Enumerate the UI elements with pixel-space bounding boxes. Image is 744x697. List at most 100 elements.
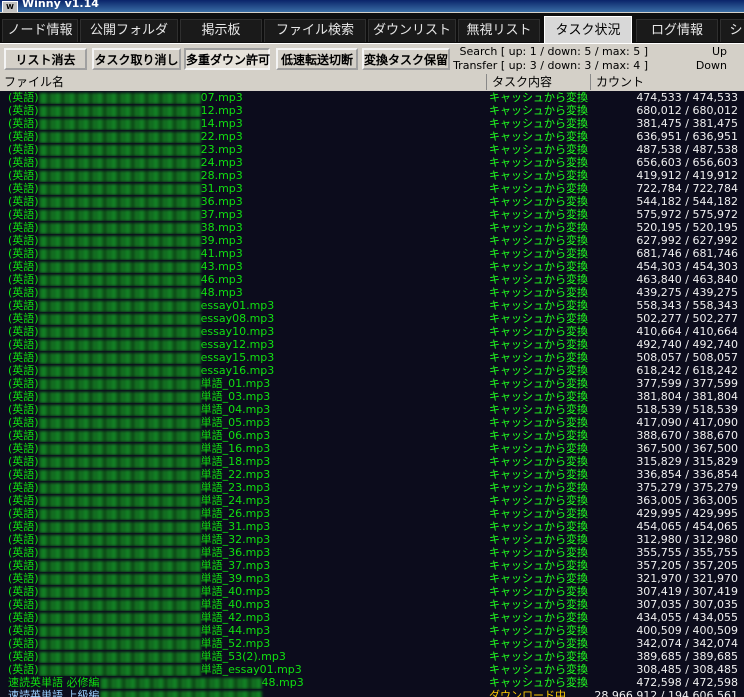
table-row[interactable]: (英語) 単語_44.mp3 キャッシュから変換 400,509 / 400,509: [0, 624, 744, 637]
table-row[interactable]: (英語) 単語_32.mp3 キャッシュから変換 312,980 / 312,980: [0, 533, 744, 546]
filename-prefix: (英語): [8, 182, 39, 195]
filename-cell: (英語) 単語_01.mp3: [8, 377, 488, 390]
cut-slow-transfer-button[interactable]: 低速転送切断: [276, 48, 358, 70]
redacted-filename-mosaic: [38, 209, 201, 221]
task-status-cell: キャッシュから変換: [489, 169, 588, 182]
table-row[interactable]: (英語) 07.mp3 キャッシュから変換 474,533 / 474,533: [0, 91, 744, 104]
table-row[interactable]: (英語) essay16.mp3 キャッシュから変換 618,242 / 618,24…: [0, 364, 744, 377]
table-row[interactable]: (英語) 単語_52.mp3 キャッシュから変換 342,074 / 342,074: [0, 637, 744, 650]
filename-text: 22.mp3: [200, 130, 243, 143]
table-row[interactable]: (英語) 単語_22.mp3 キャッシュから変換 336,854 / 336,854: [0, 468, 744, 481]
table-row[interactable]: (英語) 41.mp3 キャッシュから変換 681,746 / 681,746: [0, 247, 744, 260]
table-row[interactable]: (英語) 単語_03.mp3 キャッシュから変換 381,804 / 381,804: [0, 390, 744, 403]
filename-prefix: (英語): [8, 663, 39, 676]
filename-cell: (英語) 単語_24.mp3: [8, 494, 488, 507]
table-row[interactable]: (英語) 単語_essay01.mp3 キャッシュから変換 308,485 / 308…: [0, 663, 744, 676]
table-row[interactable]: (英語) 43.mp3 キャッシュから変換 454,303 / 454,303: [0, 260, 744, 273]
redacted-filename-mosaic: [38, 651, 201, 663]
table-row[interactable]: (英語) 38.mp3 キャッシュから変換 520,195 / 520,195: [0, 221, 744, 234]
table-row[interactable]: (英語) 12.mp3 キャッシュから変換 680,012 / 680,012: [0, 104, 744, 117]
tab-node-info[interactable]: ノード情報: [2, 19, 78, 42]
table-row[interactable]: (英語) 単語_26.mp3 キャッシュから変換 429,995 / 429,995: [0, 507, 744, 520]
filename-prefix: (英語): [8, 130, 39, 143]
search-status-state: Up: [711, 45, 727, 58]
table-row[interactable]: (英語) 単語_18.mp3 キャッシュから変換 315,829 / 315,829: [0, 455, 744, 468]
column-filename[interactable]: ファイル名: [0, 74, 487, 90]
redacted-filename-mosaic: [38, 92, 201, 104]
table-row[interactable]: (英語) 24.mp3 キャッシュから変換 656,603 / 656,603: [0, 156, 744, 169]
table-row[interactable]: (英語) 48.mp3 キャッシュから変換 439,275 / 439,275: [0, 286, 744, 299]
tab-ignore-list[interactable]: 無視リスト: [458, 19, 540, 42]
tab-bbs[interactable]: 掲示板: [180, 19, 262, 42]
table-row[interactable]: (英語) 22.mp3 キャッシュから変換 636,951 / 636,951: [0, 130, 744, 143]
table-row[interactable]: (英語) 単語_36.mp3 キャッシュから変換 355,755 / 355,755: [0, 546, 744, 559]
table-row[interactable]: (英語) 14.mp3 キャッシュから変換 381,475 / 381,475: [0, 117, 744, 130]
table-row[interactable]: (英語) 単語_16.mp3 キャッシュから変換 367,500 / 367,500: [0, 442, 744, 455]
tab-overflow[interactable]: シ: [720, 19, 744, 42]
keep-convert-task-button[interactable]: 変換タスク保留: [362, 48, 450, 70]
cancel-task-button[interactable]: タスク取り消し: [92, 48, 181, 70]
count-cell: 342,074 / 342,074: [636, 637, 738, 650]
table-row[interactable]: (英語) 28.mp3 キャッシュから変換 419,912 / 419,912: [0, 169, 744, 182]
filename-text: essay12.mp3: [200, 338, 275, 351]
filename-text: 28.mp3: [200, 169, 243, 182]
allow-multi-download-button[interactable]: 多重ダウン許可: [184, 48, 270, 70]
redacted-filename-mosaic: [38, 430, 201, 442]
table-row[interactable]: (英語) 単語_31.mp3 キャッシュから変換 454,065 / 454,065: [0, 520, 744, 533]
tab-file-search[interactable]: ファイル検索: [264, 19, 366, 42]
table-row[interactable]: (英語) 単語_39.mp3 キャッシュから変換 321,970 / 321,970: [0, 572, 744, 585]
filename-text: 単語_37.mp3: [200, 559, 271, 572]
redacted-filename-mosaic: [38, 105, 201, 117]
filename-text: 単語_31.mp3: [200, 520, 271, 533]
table-row[interactable]: (英語) 単語_53(2).mp3 キャッシュから変換 389,685 / 389,6…: [0, 650, 744, 663]
redacted-filename-mosaic: [38, 196, 201, 208]
table-row[interactable]: (英語) 単語_04.mp3 キャッシュから変換 518,539 / 518,539: [0, 403, 744, 416]
table-row[interactable]: (英語) 46.mp3 キャッシュから変換 463,840 / 463,840: [0, 273, 744, 286]
table-row[interactable]: (英語) 単語_05.mp3 キャッシュから変換 417,090 / 417,090: [0, 416, 744, 429]
filename-prefix: (英語): [8, 234, 39, 247]
table-row[interactable]: (英語) 39.mp3 キャッシュから変換 627,992 / 627,992: [0, 234, 744, 247]
redacted-filename-mosaic: [38, 456, 201, 468]
table-row[interactable]: (英語) essay12.mp3 キャッシュから変換 492,740 / 492,74…: [0, 338, 744, 351]
task-status-cell: キャッシュから変換: [489, 312, 588, 325]
tab-shared-folder[interactable]: 公開フォルダ: [80, 19, 178, 42]
count-cell: 502,277 / 502,277: [636, 312, 738, 325]
filename-prefix: (英語): [8, 91, 39, 104]
table-row[interactable]: (英語) essay08.mp3 キャッシュから変換 502,277 / 502,27…: [0, 312, 744, 325]
table-row[interactable]: 速読英単語 上級編 ダウンロード中 28,966,912 / 194,606,561: [0, 689, 744, 697]
table-row[interactable]: (英語) essay01.mp3 キャッシュから変換 558,343 / 558,34…: [0, 299, 744, 312]
task-list[interactable]: (英語) 07.mp3 キャッシュから変換 474,533 / 474,533 (英語)…: [0, 91, 744, 697]
clear-list-button[interactable]: リスト消去: [4, 48, 87, 70]
filename-prefix: (英語): [8, 520, 39, 533]
task-status-cell: キャッシュから変換: [489, 546, 588, 559]
table-row[interactable]: (英語) 36.mp3 キャッシュから変換 544,182 / 544,182: [0, 195, 744, 208]
column-task[interactable]: タスク内容: [488, 74, 591, 90]
table-row[interactable]: (英語) 単語_01.mp3 キャッシュから変換 377,599 / 377,599: [0, 377, 744, 390]
table-row[interactable]: (英語) 単語_42.mp3 キャッシュから変換 434,055 / 434,055: [0, 611, 744, 624]
task-status-cell: キャッシュから変換: [489, 533, 588, 546]
table-row[interactable]: (英語) 単語_40.mp3 キャッシュから変換 307,419 / 307,419: [0, 585, 744, 598]
column-count[interactable]: カウント: [592, 74, 744, 90]
tab-download-list[interactable]: ダウンリスト: [368, 19, 456, 42]
filename-cell: (英語) 22.mp3: [8, 130, 488, 143]
filename-prefix: (英語): [8, 455, 39, 468]
table-row[interactable]: (英語) essay10.mp3 キャッシュから変換 410,664 / 410,66…: [0, 325, 744, 338]
table-row[interactable]: (英語) 単語_23.mp3 キャッシュから変換 375,279 / 375,279: [0, 481, 744, 494]
count-cell: 312,980 / 312,980: [636, 533, 738, 546]
task-status-cell: キャッシュから変換: [489, 494, 588, 507]
redacted-filename-mosaic: [38, 131, 201, 143]
table-row[interactable]: (英語) 単語_37.mp3 キャッシュから変換 357,205 / 357,205: [0, 559, 744, 572]
table-row[interactable]: (英語) 37.mp3 キャッシュから変換 575,972 / 575,972: [0, 208, 744, 221]
table-row[interactable]: (英語) 単語_40.mp3 キャッシュから変換 307,035 / 307,035: [0, 598, 744, 611]
table-row[interactable]: (英語) 23.mp3 キャッシュから変換 487,538 / 487,538: [0, 143, 744, 156]
table-row[interactable]: (英語) essay15.mp3 キャッシュから変換 508,057 / 508,05…: [0, 351, 744, 364]
table-row[interactable]: (英語) 31.mp3 キャッシュから変換 722,784 / 722,784: [0, 182, 744, 195]
table-row[interactable]: (英語) 単語_06.mp3 キャッシュから変換 388,670 / 388,670: [0, 429, 744, 442]
filename-prefix: (英語): [8, 624, 39, 637]
table-row[interactable]: (英語) 単語_24.mp3 キャッシュから変換 363,005 / 363,005: [0, 494, 744, 507]
tab-log-info[interactable]: ログ情報: [636, 19, 718, 42]
filename-text: 単語_53(2).mp3: [200, 650, 286, 663]
tab-task-status[interactable]: タスク状況: [544, 16, 632, 43]
table-row[interactable]: 速読英単語 必修編 48.mp3 キャッシュから変換 472,598 / 472,59…: [0, 676, 744, 689]
redacted-filename-mosaic: [38, 144, 201, 156]
